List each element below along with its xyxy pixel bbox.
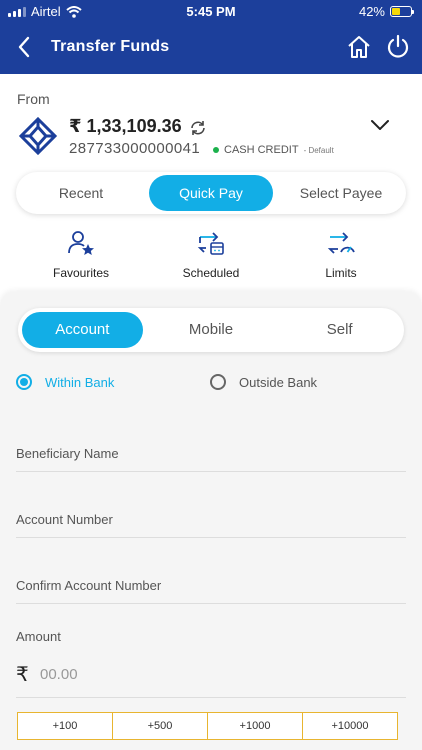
home-icon[interactable]	[346, 34, 372, 60]
scheduled-icon	[197, 232, 224, 255]
transfer-type-tabs: Account Mobile Self	[18, 308, 404, 352]
limits-icon	[327, 232, 355, 254]
active-status-dot	[213, 147, 219, 153]
page-title: Transfer Funds	[51, 38, 170, 55]
tab-mobile[interactable]: Mobile	[151, 312, 272, 348]
transfer-form-panel: Account Mobile Self Within Bank Outside …	[0, 292, 422, 750]
quick-amount-10000[interactable]: +10000	[303, 713, 397, 739]
limits-label: Limits	[325, 266, 357, 280]
refresh-icon[interactable]	[189, 119, 207, 137]
battery-percent: 42%	[358, 4, 385, 19]
quick-amount-100[interactable]: +100	[18, 713, 113, 739]
quick-links: Favourites Scheduled Limits	[0, 228, 422, 284]
account-balance: ₹ 1,33,109.36	[69, 116, 182, 136]
outside-bank-label: Outside Bank	[239, 374, 318, 390]
amount-placeholder: 00.00	[40, 666, 78, 683]
account-type: CASH CREDIT - Default	[213, 144, 334, 156]
quick-amount-chips: +100 +500 +1000 +10000	[17, 712, 398, 740]
battery-info: 42%	[358, 4, 414, 19]
account-number-field[interactable]: Account Number	[16, 512, 406, 538]
confirm-account-number-placeholder: Confirm Account Number	[16, 578, 162, 593]
bank-scope-radios: Within Bank Outside Bank	[16, 374, 406, 396]
beneficiary-name-placeholder: Beneficiary Name	[16, 446, 119, 461]
back-icon[interactable]	[14, 34, 36, 60]
limits-link[interactable]: Limits	[281, 228, 401, 280]
scheduled-label: Scheduled	[182, 266, 240, 280]
amount-label: Amount	[16, 629, 61, 644]
account-number-placeholder: Account Number	[16, 512, 113, 527]
rupee-icon: ₹	[16, 664, 29, 686]
from-label: From	[17, 91, 50, 107]
tab-account[interactable]: Account	[22, 312, 143, 348]
tab-quick-pay[interactable]: Quick Pay	[149, 175, 273, 211]
tab-recent[interactable]: Recent	[19, 175, 143, 211]
tab-self[interactable]: Self	[279, 312, 400, 348]
tab-select-payee[interactable]: Select Payee	[279, 175, 403, 211]
scheduled-link[interactable]: Scheduled	[151, 228, 271, 280]
radio-unselected-icon	[210, 374, 226, 390]
account-type-label: CASH CREDIT	[224, 144, 299, 156]
quick-amount-500[interactable]: +500	[113, 713, 208, 739]
outside-bank-radio[interactable]: Outside Bank	[210, 374, 317, 390]
account-number: 287733000000041	[69, 140, 201, 157]
beneficiary-name-field[interactable]: Beneficiary Name	[16, 446, 406, 472]
within-bank-radio[interactable]: Within Bank	[16, 374, 114, 390]
top-bar: Airtel 5:45 PM 42% Transfer Funds	[0, 0, 422, 74]
radio-selected-icon	[16, 374, 32, 390]
bank-logo-icon	[18, 117, 58, 155]
default-tag: - Default	[303, 145, 334, 155]
chevron-down-icon[interactable]	[370, 118, 390, 132]
power-icon[interactable]	[386, 34, 410, 60]
favourites-icon	[68, 231, 94, 255]
app-header: Transfer Funds	[0, 26, 422, 70]
favourites-label: Favourites	[52, 266, 110, 280]
within-bank-label: Within Bank	[45, 374, 115, 390]
favourites-link[interactable]: Favourites	[21, 228, 141, 280]
quick-amount-1000[interactable]: +1000	[208, 713, 303, 739]
status-bar: Airtel 5:45 PM 42%	[0, 0, 422, 22]
payment-mode-tabs: Recent Quick Pay Select Payee	[16, 172, 406, 214]
battery-icon	[390, 6, 414, 17]
amount-field[interactable]: ₹ 00.00	[16, 652, 406, 698]
confirm-account-number-field[interactable]: Confirm Account Number	[16, 578, 406, 604]
